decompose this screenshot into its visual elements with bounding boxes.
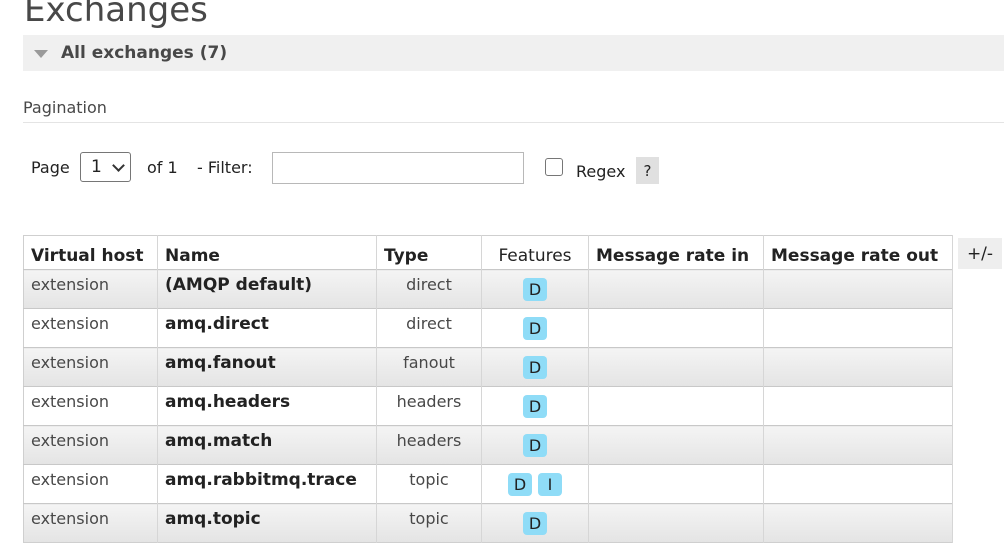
cell-type: topic (376, 503, 482, 543)
table-row[interactable]: extension (AMQP default) direct D (23, 269, 953, 309)
cell-message-rate-out (763, 464, 953, 504)
page-select-value: 1 (91, 157, 102, 177)
table-row[interactable]: extension amq.match headers D (23, 425, 953, 465)
cell-message-rate-out (763, 503, 953, 543)
pagination-label: Pagination (23, 98, 107, 117)
cell-name: amq.direct (157, 308, 377, 348)
cell-message-rate-in (588, 425, 764, 465)
exchange-name-link[interactable]: amq.match (165, 431, 272, 451)
cell-message-rate-in (588, 269, 764, 309)
cell-virtual-host: extension (23, 308, 158, 348)
feature-badge: I (538, 473, 562, 496)
cell-message-rate-out (763, 269, 953, 309)
cell-type: direct (376, 269, 482, 309)
col-virtual-host[interactable]: Virtual host (23, 235, 158, 270)
regex-label: Regex (576, 162, 626, 181)
table-header-row: Virtual host Name Type Features Message … (23, 235, 953, 270)
table-row[interactable]: extension amq.rabbitmq.trace topic D I (23, 464, 953, 504)
cell-message-rate-in (588, 347, 764, 387)
exchange-name-link[interactable]: amq.headers (165, 392, 290, 412)
cell-message-rate-out (763, 347, 953, 387)
cell-virtual-host: extension (23, 464, 158, 504)
cell-type: fanout (376, 347, 482, 387)
exchanges-page: Exchanges All exchanges (7) Pagination P… (0, 0, 1004, 551)
cell-features: D (481, 269, 589, 309)
col-message-rate-in[interactable]: Message rate in (588, 235, 764, 270)
exchange-name-link[interactable]: (AMQP default) (165, 275, 312, 295)
cell-name: amq.match (157, 425, 377, 465)
exchange-name-link[interactable]: amq.rabbitmq.trace (165, 470, 357, 490)
exchange-name-link[interactable]: amq.direct (165, 314, 269, 334)
exchange-name-link[interactable]: amq.topic (165, 509, 261, 529)
table-row[interactable]: extension amq.direct direct D (23, 308, 953, 348)
cell-name: amq.headers (157, 386, 377, 426)
exchanges-table: Virtual host Name Type Features Message … (23, 235, 953, 543)
pagination-divider (23, 122, 1004, 123)
cell-type: direct (376, 308, 482, 348)
filter-label: - Filter: (197, 158, 253, 177)
table-row[interactable]: extension amq.fanout fanout D (23, 347, 953, 387)
cell-virtual-host: extension (23, 269, 158, 309)
cell-name: amq.rabbitmq.trace (157, 464, 377, 504)
collapse-triangle-icon (34, 50, 48, 58)
cell-message-rate-in (588, 464, 764, 504)
cell-virtual-host: extension (23, 347, 158, 387)
cell-name: amq.fanout (157, 347, 377, 387)
cell-virtual-host: extension (23, 386, 158, 426)
feature-badge: D (508, 473, 532, 496)
feature-badge: D (523, 278, 547, 301)
cell-name: amq.topic (157, 503, 377, 543)
cell-message-rate-in (588, 386, 764, 426)
cell-message-rate-out (763, 386, 953, 426)
regex-help-button[interactable]: ? (636, 157, 659, 184)
filter-input[interactable] (272, 152, 524, 184)
exchange-name-link[interactable]: amq.fanout (165, 353, 276, 373)
feature-badge: D (523, 317, 547, 340)
feature-badge: D (523, 356, 547, 379)
cell-message-rate-in (588, 503, 764, 543)
cell-features: DI (481, 464, 589, 504)
feature-badge: D (523, 434, 547, 457)
table-row[interactable]: extension amq.headers headers D (23, 386, 953, 426)
cell-virtual-host: extension (23, 425, 158, 465)
cell-features: D (481, 386, 589, 426)
feature-badge: D (523, 395, 547, 418)
page-count-label: of 1 (147, 158, 178, 177)
col-message-rate-out[interactable]: Message rate out (763, 235, 953, 270)
page-title: Exchanges (24, 0, 208, 30)
cell-message-rate-in (588, 308, 764, 348)
cell-features: D (481, 425, 589, 465)
cell-name: (AMQP default) (157, 269, 377, 309)
col-features: Features (481, 235, 589, 270)
pagination-controls: Page 1 of 1 - Filter: Regex ? (31, 152, 671, 184)
cell-features: D (481, 308, 589, 348)
feature-badge: D (523, 512, 547, 535)
cell-message-rate-out (763, 308, 953, 348)
page-select[interactable]: 1 (80, 152, 131, 182)
page-label: Page (31, 158, 70, 177)
chevron-down-icon (112, 159, 125, 172)
col-type[interactable]: Type (376, 235, 482, 270)
col-name[interactable]: Name (157, 235, 377, 270)
section-label: All exchanges (7) (61, 43, 228, 63)
cell-type: headers (376, 425, 482, 465)
cell-features: D (481, 347, 589, 387)
all-exchanges-toggle[interactable]: All exchanges (7) (23, 35, 1004, 71)
toggle-columns-button[interactable]: +/- (958, 238, 1002, 269)
cell-virtual-host: extension (23, 503, 158, 543)
table-row[interactable]: extension amq.topic topic D (23, 503, 953, 543)
regex-checkbox[interactable] (545, 158, 563, 176)
cell-message-rate-out (763, 425, 953, 465)
cell-features: D (481, 503, 589, 543)
cell-type: topic (376, 464, 482, 504)
cell-type: headers (376, 386, 482, 426)
